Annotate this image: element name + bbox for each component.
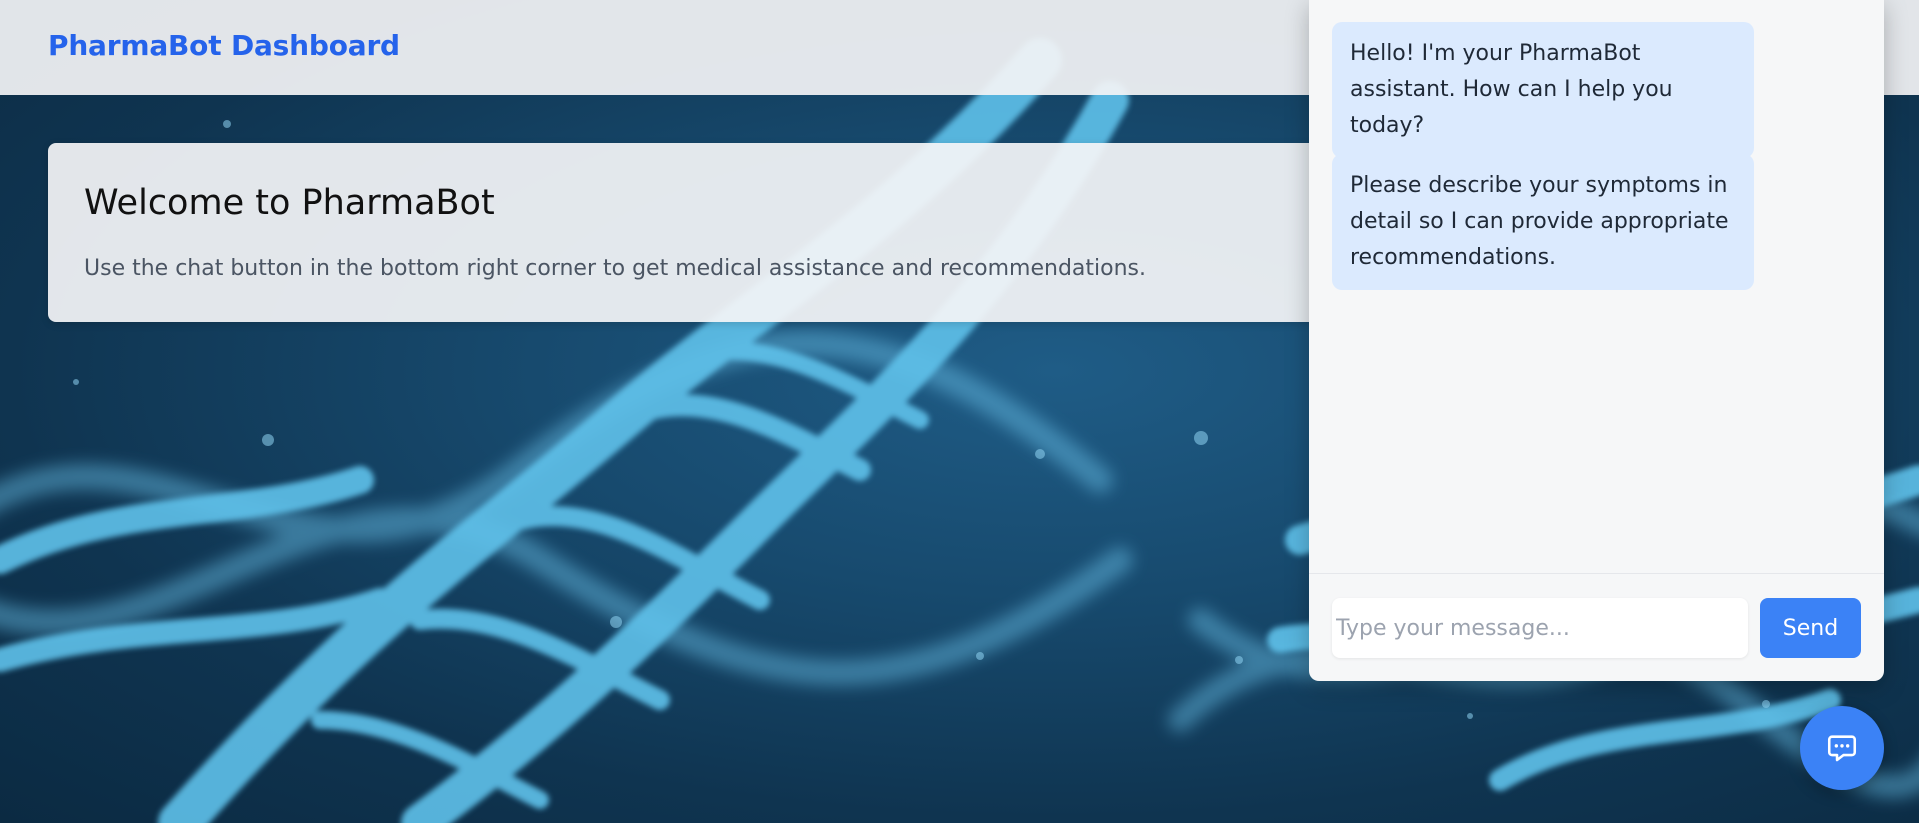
chat-divider [1309, 573, 1884, 574]
send-button[interactable]: Send [1760, 598, 1861, 658]
welcome-title: Welcome to PharmaBot [84, 183, 495, 223]
page: PharmaBot Dashboard Welcome to PharmaBot… [0, 0, 1919, 823]
chat-messages[interactable]: Hello! I'm your PharmaBot assistant. How… [1309, 0, 1884, 573]
bot-message: Please describe your symptoms in detail … [1332, 154, 1754, 290]
brand-title[interactable]: PharmaBot Dashboard [48, 29, 400, 62]
message-input[interactable] [1332, 598, 1748, 658]
welcome-description: Use the chat button in the bottom right … [84, 256, 1147, 281]
chat-bubble-icon [1827, 735, 1857, 762]
chat-toggle-button[interactable] [1800, 706, 1884, 790]
bot-message: Hello! I'm your PharmaBot assistant. How… [1332, 22, 1754, 158]
chat-panel: Hello! I'm your PharmaBot assistant. How… [1309, 0, 1884, 681]
